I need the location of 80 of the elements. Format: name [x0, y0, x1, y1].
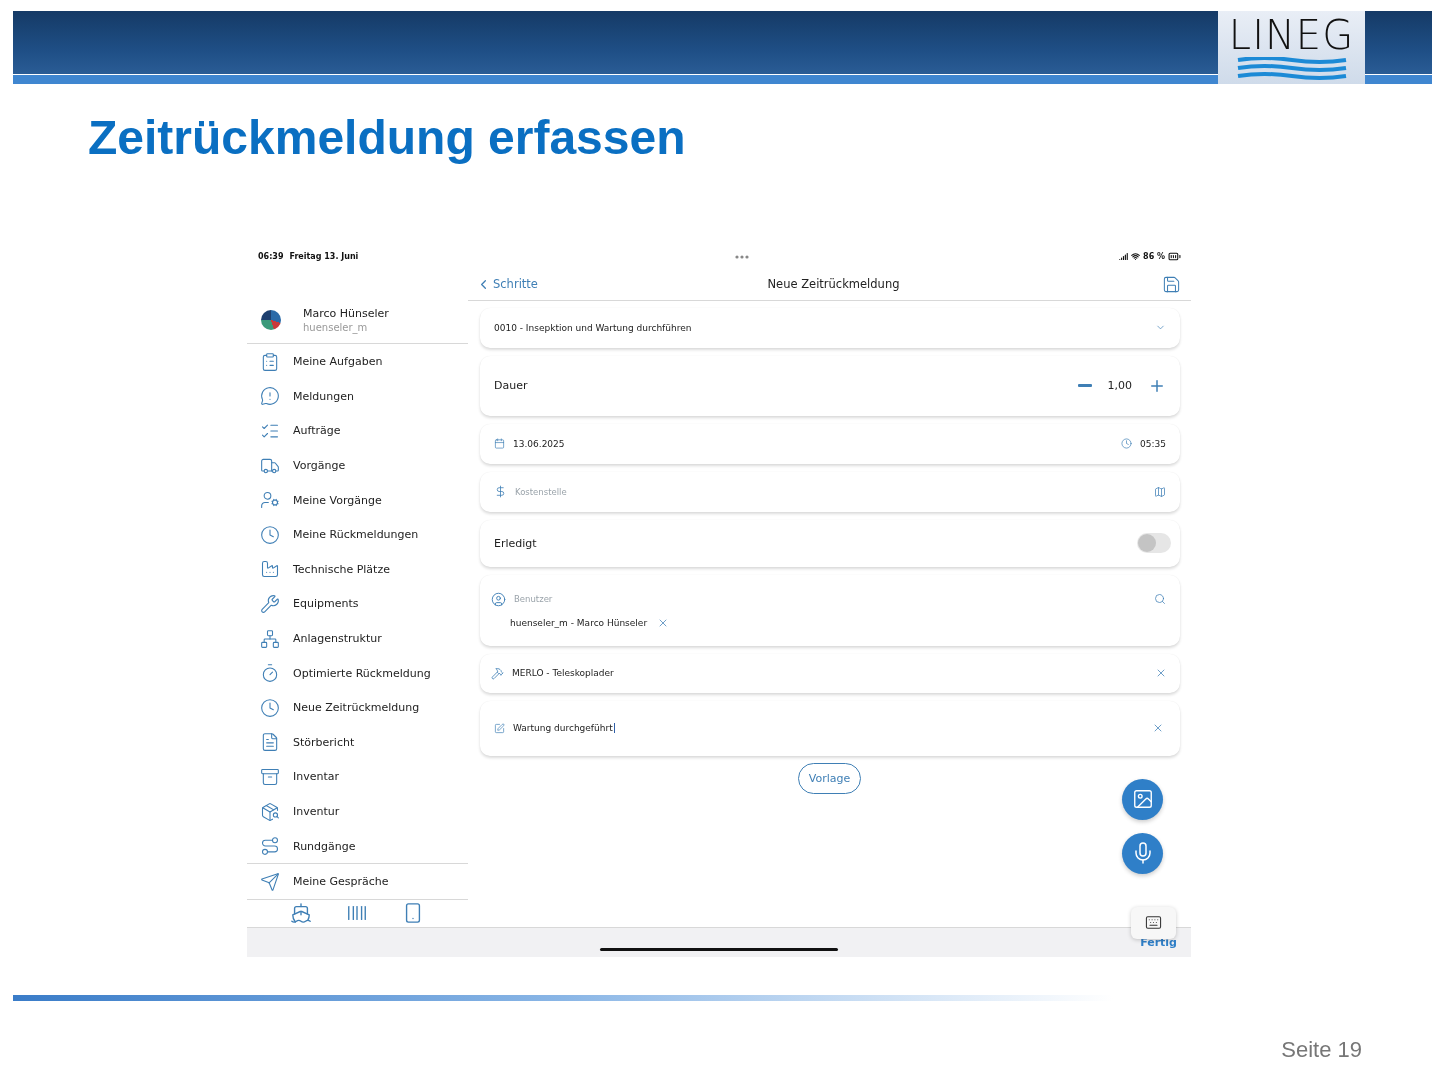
user-circle-icon	[491, 591, 506, 607]
cabinet-icon	[260, 766, 280, 787]
package-search-icon	[260, 801, 280, 822]
menu-item[interactable]: Vorgänge	[247, 448, 468, 483]
clock-icon	[260, 524, 280, 545]
field-label: Dauer	[494, 379, 528, 393]
image-icon	[1131, 788, 1154, 811]
microphone-button[interactable]	[1122, 832, 1163, 874]
toggle-switch[interactable]	[1137, 533, 1171, 554]
page-number: Seite 19	[1281, 1036, 1362, 1063]
status-date: Freitag 13. Juni	[289, 252, 359, 262]
signal-icon	[1119, 252, 1129, 262]
user-gear-icon	[260, 490, 280, 511]
template-button[interactable]: Vorlage	[797, 762, 862, 794]
keyboard-button[interactable]	[1131, 906, 1176, 939]
logo: LINEG	[1218, 11, 1365, 84]
dollar-icon	[494, 485, 507, 499]
screen-title: Neue Zeitrückmeldung	[767, 277, 900, 292]
date-value[interactable]: 13.06.2025	[513, 438, 565, 449]
map-icon	[1154, 485, 1166, 498]
keyboard-icon	[1145, 914, 1162, 932]
more-icon	[734, 254, 749, 259]
save-button[interactable]	[1162, 274, 1181, 294]
wave-icon	[1235, 56, 1348, 81]
field-placeholder: Benutzer	[514, 594, 553, 605]
edit-icon	[494, 722, 505, 734]
time-value[interactable]: 05:35	[1140, 438, 1166, 449]
stepper-value: 1,00	[1107, 379, 1132, 393]
menu-item[interactable]: Aufträge	[247, 413, 468, 449]
clock-icon	[260, 697, 280, 718]
factory-icon	[260, 559, 280, 580]
clipboard-icon	[260, 351, 280, 372]
status-time: 06:39	[258, 252, 284, 262]
menu-item[interactable]: Meine Vorgänge	[247, 482, 468, 518]
menu-item[interactable]: Meine Rückmeldungen	[247, 517, 468, 553]
menu-item[interactable]: Anlagenstruktur	[247, 621, 468, 656]
send-icon	[260, 871, 280, 892]
minus-button[interactable]	[1077, 384, 1092, 388]
avatar	[261, 310, 281, 331]
menu-item[interactable]: Neue Zeitrückmeldung	[247, 690, 468, 725]
menu-item[interactable]: Inventur	[247, 794, 468, 829]
field-label: Erledigt	[494, 536, 537, 550]
document-icon	[260, 732, 280, 753]
ship-icon[interactable]	[290, 902, 312, 925]
back-link[interactable]: Schritte	[476, 276, 538, 292]
warning-bubble-icon	[260, 386, 280, 407]
tools-icon	[491, 666, 504, 680]
operation-select[interactable]: 0010 - Insepktion und Wartung durchführen	[480, 307, 1180, 348]
menu-item[interactable]: Optimierte Rückmeldung	[247, 655, 468, 691]
route-icon	[260, 836, 280, 857]
menu-item[interactable]: Inventar	[247, 759, 468, 795]
search-icon	[1154, 593, 1166, 606]
wifi-icon	[1131, 252, 1141, 262]
menu-item[interactable]: Technische Plätze	[247, 552, 468, 587]
calendar-icon	[494, 438, 505, 450]
field-placeholder: Kostenstelle	[515, 486, 567, 497]
save-icon	[1162, 274, 1181, 294]
menu-item[interactable]: Meine Gespräche	[247, 864, 468, 899]
battery-level: 86 %	[1143, 252, 1165, 262]
selected-user: huenseler_m - Marco Hünseler	[510, 617, 648, 628]
note-field[interactable]: Wartung durchgeführt	[480, 700, 1180, 756]
image-button[interactable]	[1122, 778, 1163, 820]
menu-item[interactable]: Meine Aufgaben	[247, 344, 468, 380]
slide-title: Zeitrückmeldung erfassen	[88, 112, 687, 165]
menu-item[interactable]: Equipments	[247, 586, 468, 622]
minus-icon	[1077, 384, 1092, 388]
clock-icon	[1121, 438, 1133, 450]
network-icon	[260, 628, 280, 649]
select-value: 0010 - Insepktion und Wartung durchführen	[494, 322, 692, 333]
user-id: huenseler_m	[303, 322, 369, 334]
equipment-value: MERLO - Teleskoplader	[512, 668, 614, 679]
timer-icon	[260, 663, 280, 684]
menu-item[interactable]: Störbericht	[247, 725, 468, 760]
user-profile[interactable]: Marco Hünseler huenseler_m	[247, 296, 468, 345]
user-picker[interactable]: Benutzer huenseler_m - Marco Hünseler	[480, 574, 1180, 646]
menu-item[interactable]: Meldungen	[247, 379, 468, 414]
note-text: Wartung durchgeführt	[513, 723, 615, 734]
user-name: Marco Hünseler	[303, 307, 389, 321]
wrench-icon	[260, 593, 280, 614]
menu-item[interactable]: Rundgänge	[247, 828, 468, 864]
